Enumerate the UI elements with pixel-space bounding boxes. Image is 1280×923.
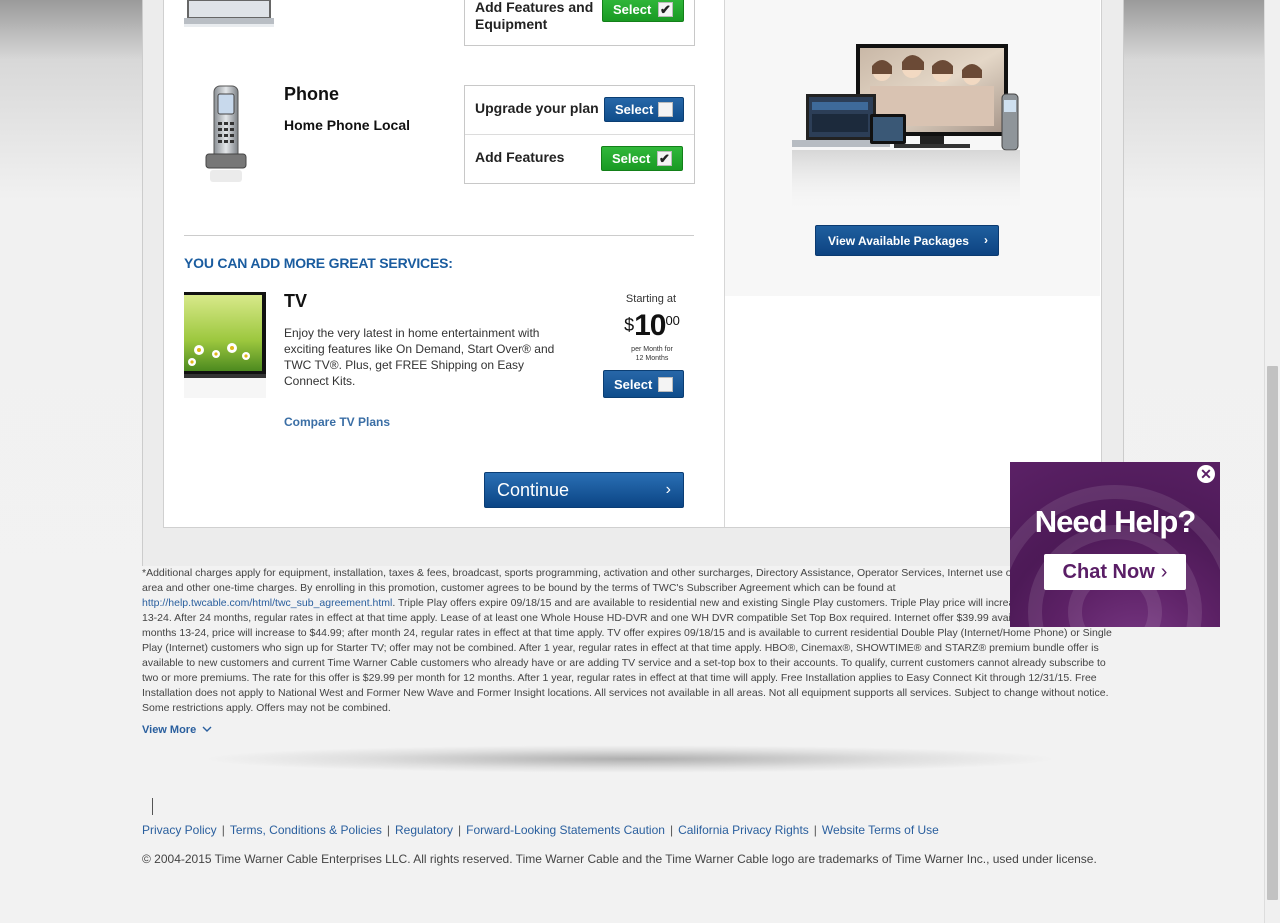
footer-separator-bar [152,798,153,815]
tv-description: Enjoy the very latest in home entertainm… [284,326,555,388]
phone-upgrade-select-button[interactable]: Select [604,97,684,122]
link-separator: | [813,823,817,837]
price-currency: $ [624,315,635,335]
footer-link-forward-looking[interactable]: Forward-Looking Statements Caution [466,823,665,837]
laptop-image [184,0,274,27]
checkbox-empty-icon [658,102,673,117]
price-cents: 00 [665,313,680,328]
view-available-packages-button[interactable]: View Available Packages › [815,225,999,256]
phone-upgrade-label: Upgrade your plan [475,100,599,116]
chat-now-button[interactable]: Chat Now › [1044,554,1186,590]
price-dollars: 10 [634,309,666,342]
tv-image [184,292,266,398]
chevron-right-icon: › [1160,560,1168,583]
starting-at-label: Starting at [625,293,677,305]
continue-label: Continue [497,479,570,500]
per-month-line1: per Month for [631,346,673,353]
select-label: Select [613,2,652,17]
chevron-right-icon: › [665,481,671,498]
select-label: Select [614,376,653,392]
view-more-link[interactable]: View More [142,724,212,736]
phone-options-box: Upgrade your plan Select Add Features Se… [464,85,695,184]
chat-background-rings [1010,485,1220,627]
panel-divider [724,0,725,527]
price-term: per Month for 12 Months [612,345,692,363]
phone-add-features-select-button[interactable]: Select ✔ [601,146,683,171]
internet-add-features-label: Add Features and Equipment [475,0,594,32]
select-label: Select [615,102,654,117]
continue-button[interactable]: Continue › [484,472,684,508]
select-label: Select [612,151,651,166]
chat-title: Need Help? [1034,504,1197,539]
footer-link-california-privacy[interactable]: California Privacy Rights [678,823,809,837]
internet-add-features-row: Add Features and Equipment Select ✔ [465,0,694,45]
scrollbar-thumb[interactable] [1267,366,1278,900]
internet-options-box: Add Features and Equipment Select ✔ [464,0,695,46]
checkbox-checked-icon: ✔ [657,151,672,166]
link-separator: | [221,823,225,837]
phone-add-features-label: Add Features [475,149,565,165]
per-month-line2: 12 Months [635,355,669,362]
cordless-phone-image [205,85,247,182]
footer-shadow [200,745,1060,773]
chevron-down-icon [202,726,212,732]
tv-title: TV [284,291,308,311]
footer-link-website-terms[interactable]: Website Terms of Use [822,823,939,837]
tv-select-button[interactable]: Select [603,370,684,398]
devices-package-image [792,44,1020,218]
compare-tv-plans-link[interactable]: Compare TV Plans [284,415,390,429]
footer-link-privacy-policy[interactable]: Privacy Policy [142,823,217,837]
link-separator: | [386,823,390,837]
phone-title: Phone [284,84,340,104]
chat-now-label: Chat Now [1062,560,1155,583]
internet-add-features-select-button[interactable]: Select ✔ [602,0,684,22]
view-more-label: View More [142,724,197,736]
more-services-heading: YOU CAN ADD MORE GREAT SERVICES: [184,255,453,271]
phone-plan-name: Home Phone Local [284,117,411,133]
close-icon[interactable]: ✕ [1197,465,1215,483]
disclaimer-text-part1: *Additional charges apply for equipment,… [142,567,1102,594]
copyright-text: © 2004-2015 Time Warner Cable Enterprise… [142,852,1097,866]
phone-upgrade-row: Upgrade your plan Select [465,86,694,134]
checkbox-empty-icon [658,377,673,392]
tv-price: $1000 [612,309,692,343]
page-scrollbar[interactable] [1264,0,1280,923]
link-separator: | [458,823,462,837]
view-packages-label: View Available Packages [828,233,969,248]
section-divider [184,235,694,236]
subscriber-agreement-link[interactable]: http://help.twcable.com/html/twc_sub_agr… [142,597,392,609]
link-separator: | [669,823,674,837]
footer-link-terms[interactable]: Terms, Conditions & Policies [230,823,382,837]
chevron-right-icon: › [984,233,988,247]
legal-disclaimer: *Additional charges apply for equipment,… [142,566,1117,716]
footer-links: Privacy Policy | Terms, Conditions & Polic… [142,823,939,837]
footer-link-regulatory[interactable]: Regulatory [395,823,453,837]
phone-add-features-row: Add Features Select ✔ [465,134,694,183]
checkbox-checked-icon: ✔ [658,2,673,17]
disclaimer-text-part2: . Triple Play offers expire 09/18/15 and… [142,597,1115,714]
chat-help-widget: Need Help? Chat Now › ✕ [1010,462,1220,627]
